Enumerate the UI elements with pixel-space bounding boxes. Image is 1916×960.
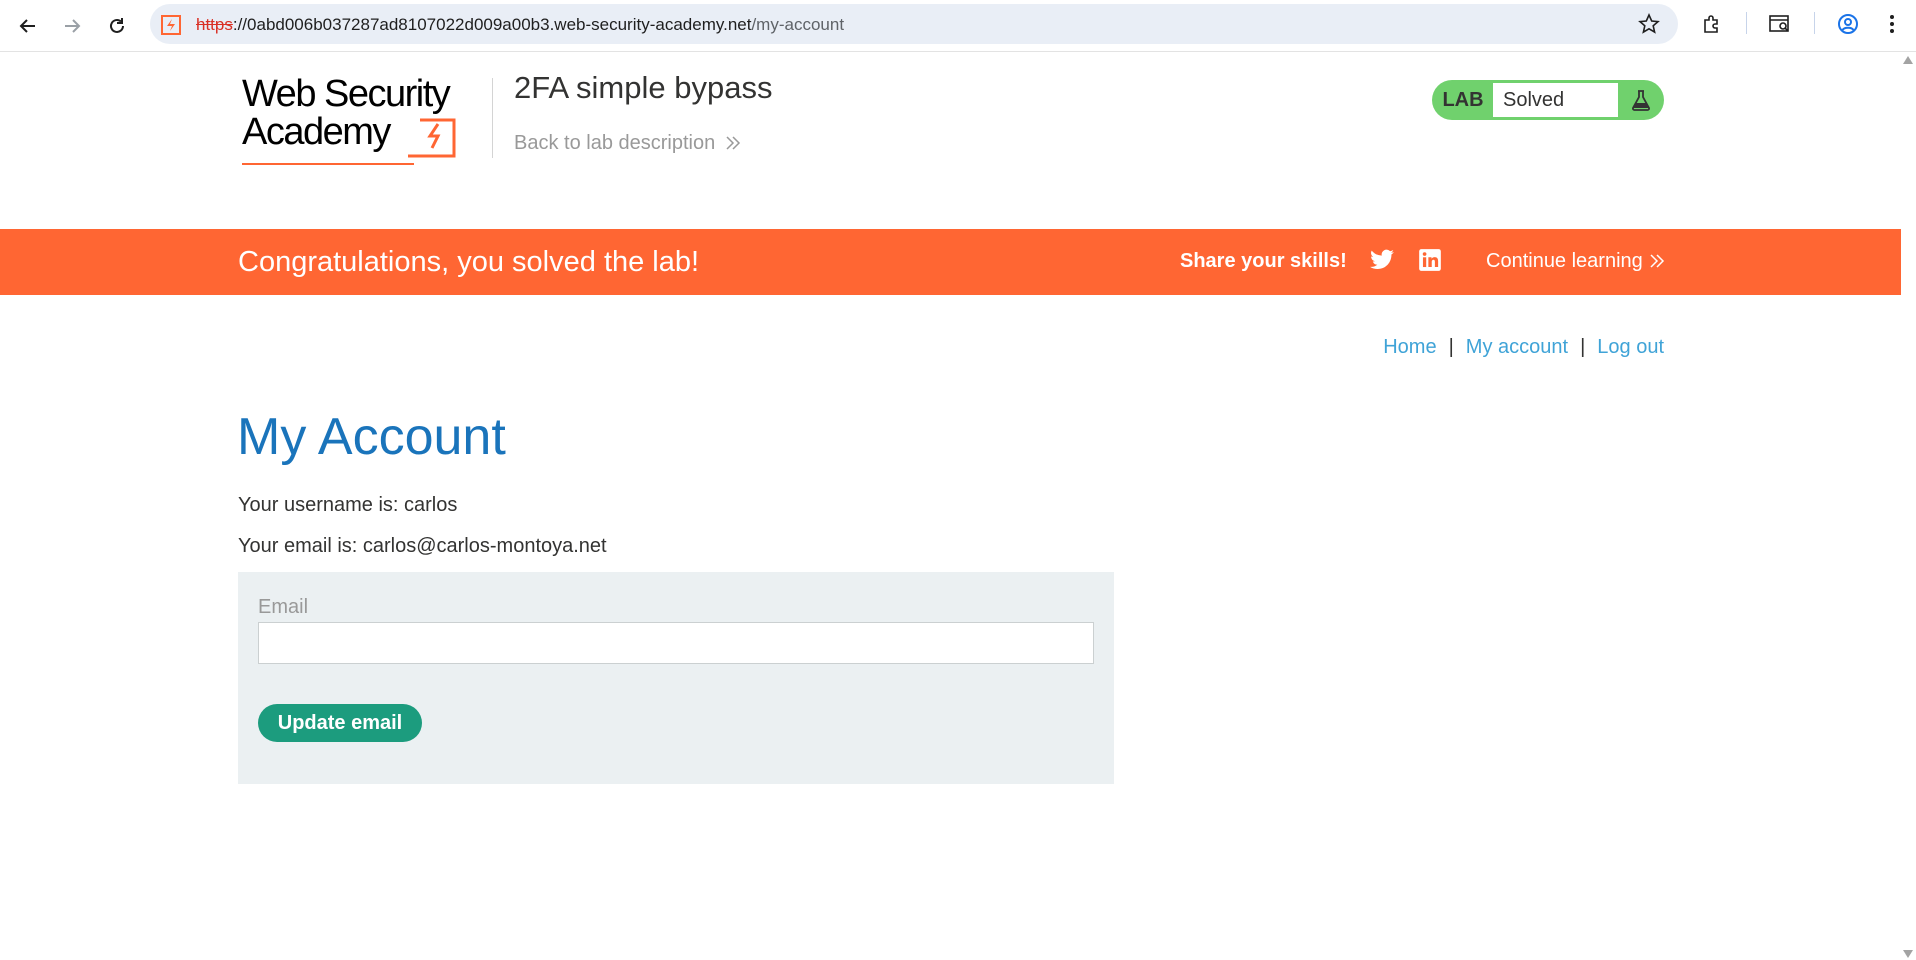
puzzle-icon xyxy=(1704,15,1718,33)
lab-status-text: Solved xyxy=(1493,83,1618,117)
svg-text:Web Security: Web Security xyxy=(242,74,451,115)
scroll-down-arrow-icon[interactable] xyxy=(1903,950,1913,958)
kebab-menu-icon xyxy=(1890,15,1894,33)
update-email-button[interactable]: Update email xyxy=(258,704,422,742)
lab-flask-button[interactable] xyxy=(1618,80,1664,120)
forward-button[interactable] xyxy=(56,10,88,42)
toolbar-divider xyxy=(1746,12,1747,34)
tab-search-button[interactable] xyxy=(1766,10,1794,38)
back-button[interactable] xyxy=(12,10,44,42)
site-favicon-icon xyxy=(161,15,181,35)
svg-text:Academy: Academy xyxy=(242,111,391,153)
browser-toolbar: https://0abd006b037287ad8107022d009a00b3… xyxy=(0,0,1916,52)
profile-button[interactable] xyxy=(1834,10,1862,38)
page-title: My Account xyxy=(237,408,506,466)
profile-icon xyxy=(1838,14,1858,34)
scroll-up-arrow-icon[interactable] xyxy=(1903,56,1913,64)
continue-learning-link[interactable]: Continue learning xyxy=(1486,249,1665,273)
my-account-link[interactable]: My account xyxy=(1466,334,1568,360)
toolbar-divider xyxy=(1814,12,1815,34)
nav-separator: | xyxy=(1580,336,1586,358)
arrow-right-icon xyxy=(65,19,81,33)
arrow-left-icon xyxy=(19,19,35,33)
congratulations-message: Congratulations, you solved the lab! xyxy=(238,246,700,278)
account-nav: Home | My account | Log out xyxy=(1383,334,1664,360)
logout-link[interactable]: Log out xyxy=(1597,334,1664,360)
bookmark-star-icon[interactable] xyxy=(1638,13,1660,35)
flask-icon xyxy=(1632,90,1650,111)
url-separator: :// xyxy=(232,15,248,34)
linkedin-icon[interactable] xyxy=(1417,247,1443,273)
browser-menu-button[interactable] xyxy=(1878,10,1906,38)
url-text: https://0abd006b037287ad8107022d009a00b3… xyxy=(196,15,844,35)
double-chevron-right-icon xyxy=(726,136,741,150)
header-divider xyxy=(492,78,493,158)
back-link-label: Back to lab description xyxy=(514,132,716,154)
email-field[interactable] xyxy=(258,622,1094,664)
url-path: /my-account xyxy=(751,15,845,34)
share-skills-label: Share your skills! xyxy=(1180,250,1347,272)
reload-button[interactable] xyxy=(101,10,133,42)
twitter-icon[interactable] xyxy=(1369,247,1395,273)
extensions-button[interactable] xyxy=(1698,10,1726,38)
url-protocol: https xyxy=(196,15,233,34)
lab-status-widget: LAB Solved xyxy=(1432,80,1664,120)
update-email-form: Email Update email xyxy=(238,572,1114,784)
lab-title: 2FA simple bypass xyxy=(514,70,773,105)
lab-badge: LAB xyxy=(1442,88,1484,111)
nav-separator: | xyxy=(1448,336,1454,358)
continue-learning-label: Continue learning xyxy=(1486,250,1643,272)
address-bar[interactable]: https://0abd006b037287ad8107022d009a00b3… xyxy=(150,4,1678,44)
double-chevron-right-icon xyxy=(1650,254,1664,268)
reload-icon xyxy=(110,18,124,33)
academy-logo-icon: Web Security Academy xyxy=(242,73,456,165)
lab-solved-banner: Congratulations, you solved the lab! Sha… xyxy=(0,229,1901,295)
email-field-label: Email xyxy=(258,596,309,618)
page-scrollbar[interactable] xyxy=(1901,53,1916,960)
url-host: 0abd006b037287ad8107022d009a00b3.web-sec… xyxy=(247,15,752,34)
home-link[interactable]: Home xyxy=(1383,334,1436,360)
email-info: Your email is: carlos@carlos-montoya.net xyxy=(238,535,607,557)
username-info: Your username is: carlos xyxy=(238,494,458,516)
web-security-academy-logo[interactable]: Web Security Academy xyxy=(238,73,492,174)
back-to-lab-description-link[interactable]: Back to lab description xyxy=(514,130,741,156)
tab-search-icon xyxy=(1769,15,1789,32)
